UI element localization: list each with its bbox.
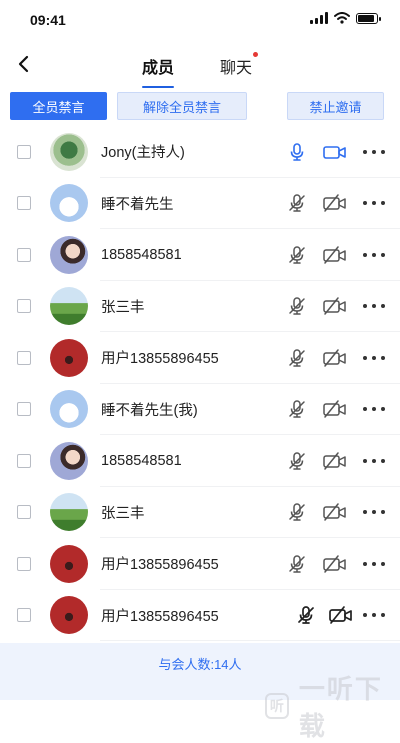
member-row[interactable]: Jony(主持人): [0, 126, 400, 178]
more-options-icon[interactable]: [363, 193, 385, 213]
status-bar: 09:41: [0, 0, 400, 40]
avatar: [50, 132, 88, 171]
microphone-off-icon[interactable]: [287, 348, 307, 368]
tab-active-indicator: [142, 86, 175, 88]
member-row[interactable]: 张三丰: [0, 281, 400, 333]
avatar: [50, 184, 88, 223]
select-checkbox[interactable]: [17, 402, 31, 417]
select-checkbox[interactable]: [17, 299, 31, 314]
avatar: [50, 493, 88, 532]
more-options-icon[interactable]: [363, 245, 385, 265]
wifi-icon: [334, 12, 350, 24]
stop-invite-button[interactable]: 禁止邀请: [287, 92, 384, 120]
camera-off-icon[interactable]: [328, 605, 354, 625]
member-row[interactable]: 1858548581: [0, 229, 400, 281]
microphone-off-icon[interactable]: [287, 296, 307, 316]
more-options-icon[interactable]: [363, 554, 385, 574]
watermark: 听 一听下载: [265, 669, 400, 743]
more-options-icon[interactable]: [363, 142, 385, 162]
member-row[interactable]: 睡不着先生(我): [0, 384, 400, 436]
member-name: 张三丰: [101, 505, 145, 522]
camera-off-icon[interactable]: [322, 348, 348, 368]
member-name: 睡不着先生: [101, 196, 174, 213]
avatar: [50, 596, 88, 635]
camera-off-icon[interactable]: [322, 296, 348, 316]
microphone-off-icon[interactable]: [287, 502, 307, 522]
tab-members[interactable]: 成员: [142, 54, 175, 88]
tab-chat-label: 聊天: [220, 60, 253, 77]
member-row[interactable]: 用户13855896455: [0, 538, 400, 590]
avatar: [50, 235, 88, 274]
more-options-icon[interactable]: [363, 502, 385, 522]
member-name: 用户13855896455: [101, 557, 219, 574]
watermark-logo-icon: 听: [265, 693, 289, 719]
camera-off-icon[interactable]: [322, 554, 348, 574]
status-time: 09:41: [30, 12, 66, 28]
microphone-off-icon[interactable]: [287, 193, 307, 213]
tab-chat[interactable]: 聊天: [220, 52, 259, 78]
member-row[interactable]: 用户13855896455: [0, 590, 400, 642]
select-checkbox[interactable]: [17, 608, 31, 623]
select-checkbox[interactable]: [17, 453, 31, 468]
chevron-left-icon: [18, 55, 29, 73]
status-icons: [310, 12, 381, 24]
action-bar: 全员禁言 解除全员禁言 禁止邀请: [0, 90, 400, 122]
avatar: [50, 390, 88, 429]
notification-dot: [253, 52, 259, 57]
member-list: Jony(主持人) 睡不着先生 1858548581 张三丰 用户1385589…: [0, 126, 400, 642]
camera-on-icon[interactable]: [322, 142, 348, 162]
member-name: 1858548581: [101, 452, 182, 469]
more-options-icon[interactable]: [363, 451, 385, 471]
camera-off-icon[interactable]: [322, 399, 348, 419]
mute-all-button[interactable]: 全员禁言: [10, 92, 107, 120]
camera-off-icon[interactable]: [322, 193, 348, 213]
member-name: 睡不着先生(我): [101, 402, 198, 419]
avatar: [50, 544, 88, 583]
microphone-off-icon[interactable]: [287, 245, 307, 265]
microphone-off-icon[interactable]: [287, 554, 307, 574]
avatar: [50, 338, 88, 377]
more-options-icon[interactable]: [363, 399, 385, 419]
unmute-all-button[interactable]: 解除全员禁言: [117, 92, 247, 120]
footer: 与会人数:14人 听 一听下载: [0, 643, 400, 741]
member-name: 1858548581: [101, 246, 182, 263]
signal-icon: [310, 12, 328, 24]
member-name: 用户13855896455: [101, 351, 219, 368]
select-checkbox[interactable]: [17, 505, 31, 520]
camera-off-icon[interactable]: [322, 502, 348, 522]
avatar: [50, 441, 88, 480]
battery-icon: [356, 12, 381, 24]
microphone-on-icon[interactable]: [287, 142, 307, 162]
select-checkbox[interactable]: [17, 556, 31, 571]
camera-off-icon[interactable]: [322, 451, 348, 471]
camera-off-icon[interactable]: [322, 245, 348, 265]
select-checkbox[interactable]: [17, 247, 31, 262]
select-checkbox[interactable]: [17, 144, 31, 159]
member-row[interactable]: 1858548581: [0, 435, 400, 487]
member-name: 用户13855896455: [101, 608, 219, 625]
member-row[interactable]: 用户13855896455: [0, 332, 400, 384]
select-checkbox[interactable]: [17, 196, 31, 211]
more-options-icon[interactable]: [363, 296, 385, 316]
microphone-off-icon[interactable]: [287, 399, 307, 419]
more-options-icon[interactable]: [363, 348, 385, 368]
watermark-text: 一听下载: [298, 674, 383, 741]
member-name: 张三丰: [101, 299, 145, 316]
more-options-icon[interactable]: [363, 605, 385, 625]
avatar: [50, 287, 88, 326]
select-checkbox[interactable]: [17, 350, 31, 365]
member-row[interactable]: 张三丰: [0, 487, 400, 539]
microphone-off-icon[interactable]: [296, 605, 316, 625]
tab-members-label: 成员: [142, 60, 175, 77]
member-row[interactable]: 睡不着先生: [0, 178, 400, 230]
nav-bar: 成员 聊天: [0, 40, 400, 88]
microphone-off-icon[interactable]: [287, 451, 307, 471]
back-button[interactable]: [12, 52, 36, 76]
member-name: Jony(主持人): [101, 145, 185, 162]
